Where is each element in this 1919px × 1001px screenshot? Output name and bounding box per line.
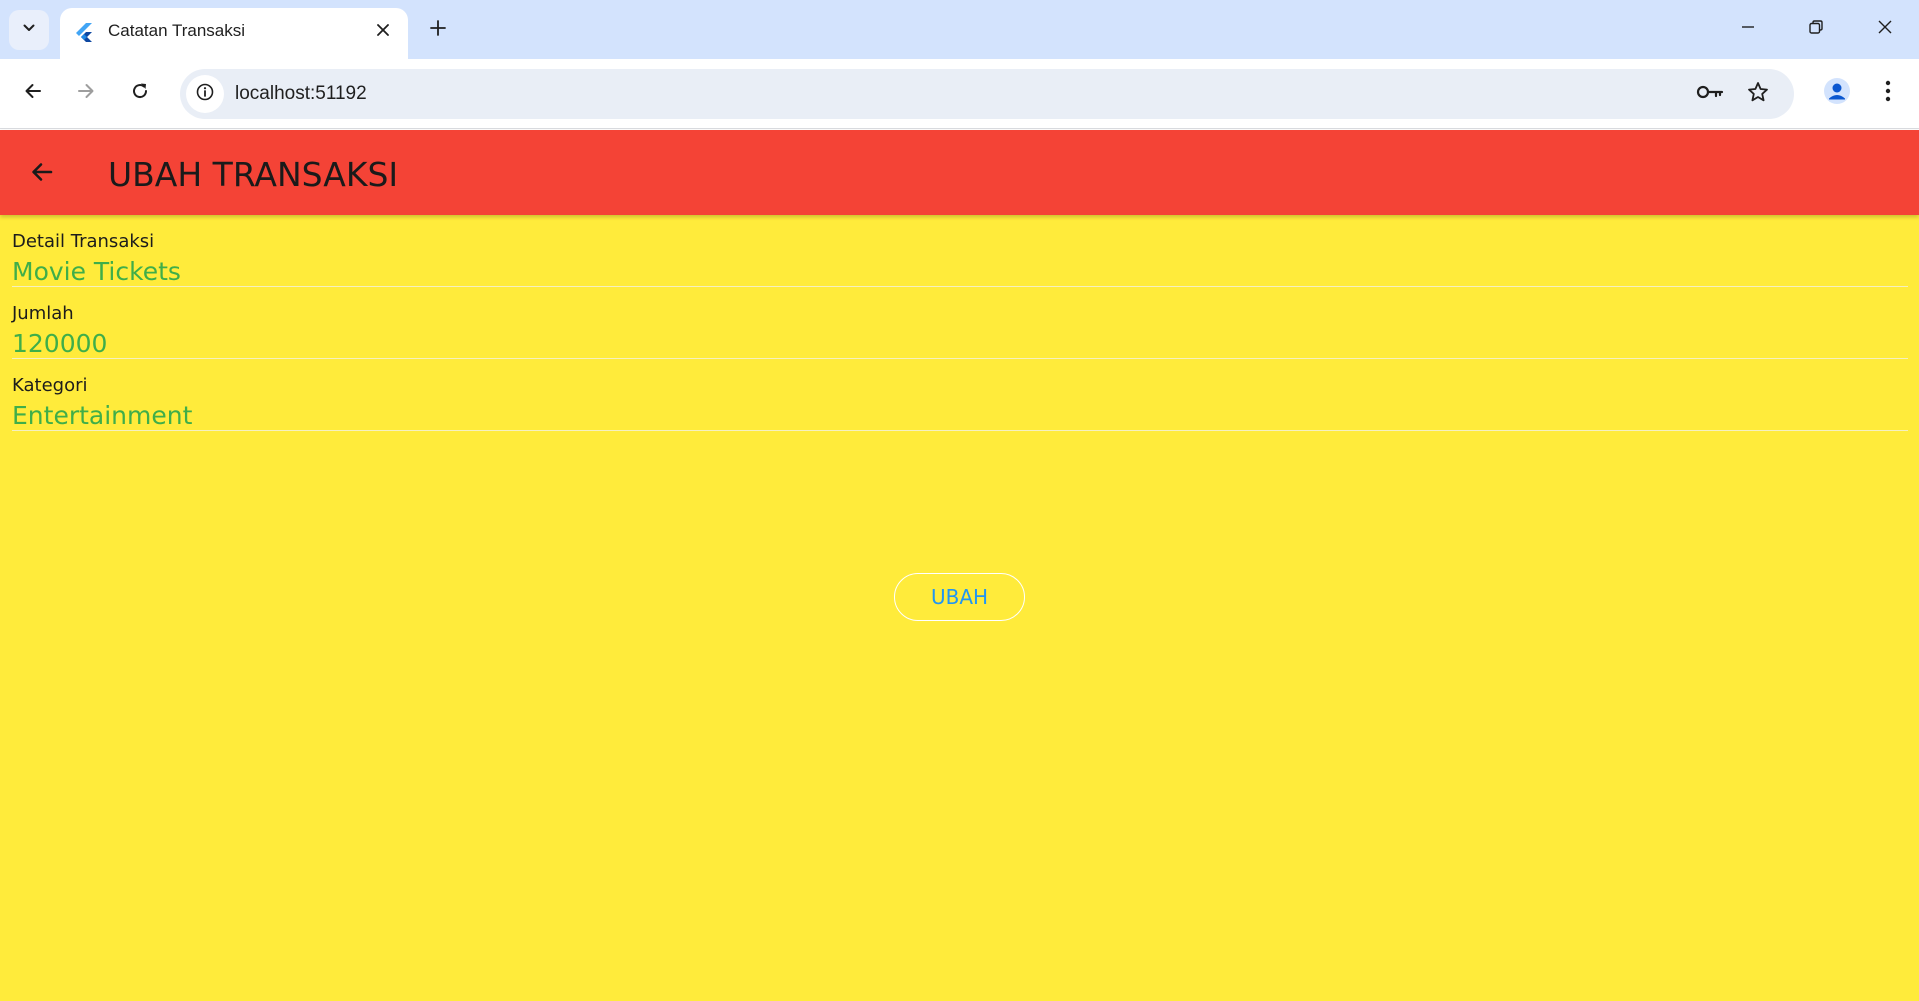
address-bar[interactable]: localhost:51192 (180, 69, 1794, 119)
chevron-down-icon (21, 20, 37, 41)
app-back-button[interactable] (18, 150, 66, 198)
info-icon (195, 82, 215, 107)
reload-button[interactable] (120, 73, 160, 113)
arrow-left-icon (29, 159, 55, 190)
kategori-field[interactable]: Kategori Entertainment (12, 359, 1908, 431)
profile-button[interactable] (1817, 73, 1857, 113)
plus-icon (429, 19, 447, 42)
back-button[interactable] (13, 73, 53, 113)
detail-transaksi-field[interactable]: Detail Transaksi Movie Tickets (12, 215, 1908, 287)
field-value[interactable]: Movie Tickets (12, 257, 181, 286)
tab-close-button[interactable] (370, 19, 396, 45)
browser-toolbar: localhost:51192 (0, 59, 1919, 129)
tab-search-button[interactable] (9, 10, 49, 50)
kebab-menu-icon (1885, 80, 1891, 107)
flutter-icon (75, 22, 93, 42)
url-text: localhost:51192 (235, 83, 367, 104)
field-value[interactable]: 120000 (12, 329, 107, 358)
site-info-button[interactable] (186, 75, 224, 113)
minimize-icon (1740, 19, 1756, 40)
restore-button[interactable] (1782, 0, 1850, 58)
forward-button[interactable] (66, 73, 106, 113)
page-title: UBAH TRANSAKSI (108, 155, 399, 194)
arrow-left-icon (23, 81, 43, 106)
password-manager-button[interactable] (1694, 78, 1726, 110)
minimize-button[interactable] (1714, 0, 1782, 58)
browser-menu-button[interactable] (1868, 73, 1908, 113)
close-window-button[interactable] (1851, 0, 1919, 58)
jumlah-field[interactable]: Jumlah 120000 (12, 287, 1908, 359)
ubah-button[interactable]: UBAH (894, 573, 1025, 621)
close-icon (1877, 19, 1893, 40)
field-label: Detail Transaksi (12, 231, 155, 252)
person-icon (1823, 77, 1851, 110)
restore-icon (1808, 19, 1824, 40)
field-label: Jumlah (12, 303, 74, 324)
field-value[interactable]: Entertainment (12, 401, 192, 430)
new-tab-button[interactable] (422, 14, 454, 46)
browser-tab-strip: Catatan Transaksi (0, 0, 1919, 59)
arrow-right-icon (76, 81, 96, 106)
bookmark-button[interactable] (1742, 78, 1774, 110)
app-page: UBAH TRANSAKSI Detail Transaksi Movie Ti… (0, 130, 1919, 1001)
close-icon (376, 23, 390, 42)
field-label: Kategori (12, 375, 88, 396)
tab-title: Catatan Transaksi (108, 21, 246, 40)
app-bar: UBAH TRANSAKSI (0, 130, 1919, 215)
star-icon (1747, 81, 1769, 108)
key-icon (1696, 83, 1724, 106)
browser-tab[interactable]: Catatan Transaksi (60, 8, 408, 59)
transaction-form: Detail Transaksi Movie Tickets Jumlah 12… (12, 215, 1908, 431)
reload-icon (130, 81, 150, 106)
